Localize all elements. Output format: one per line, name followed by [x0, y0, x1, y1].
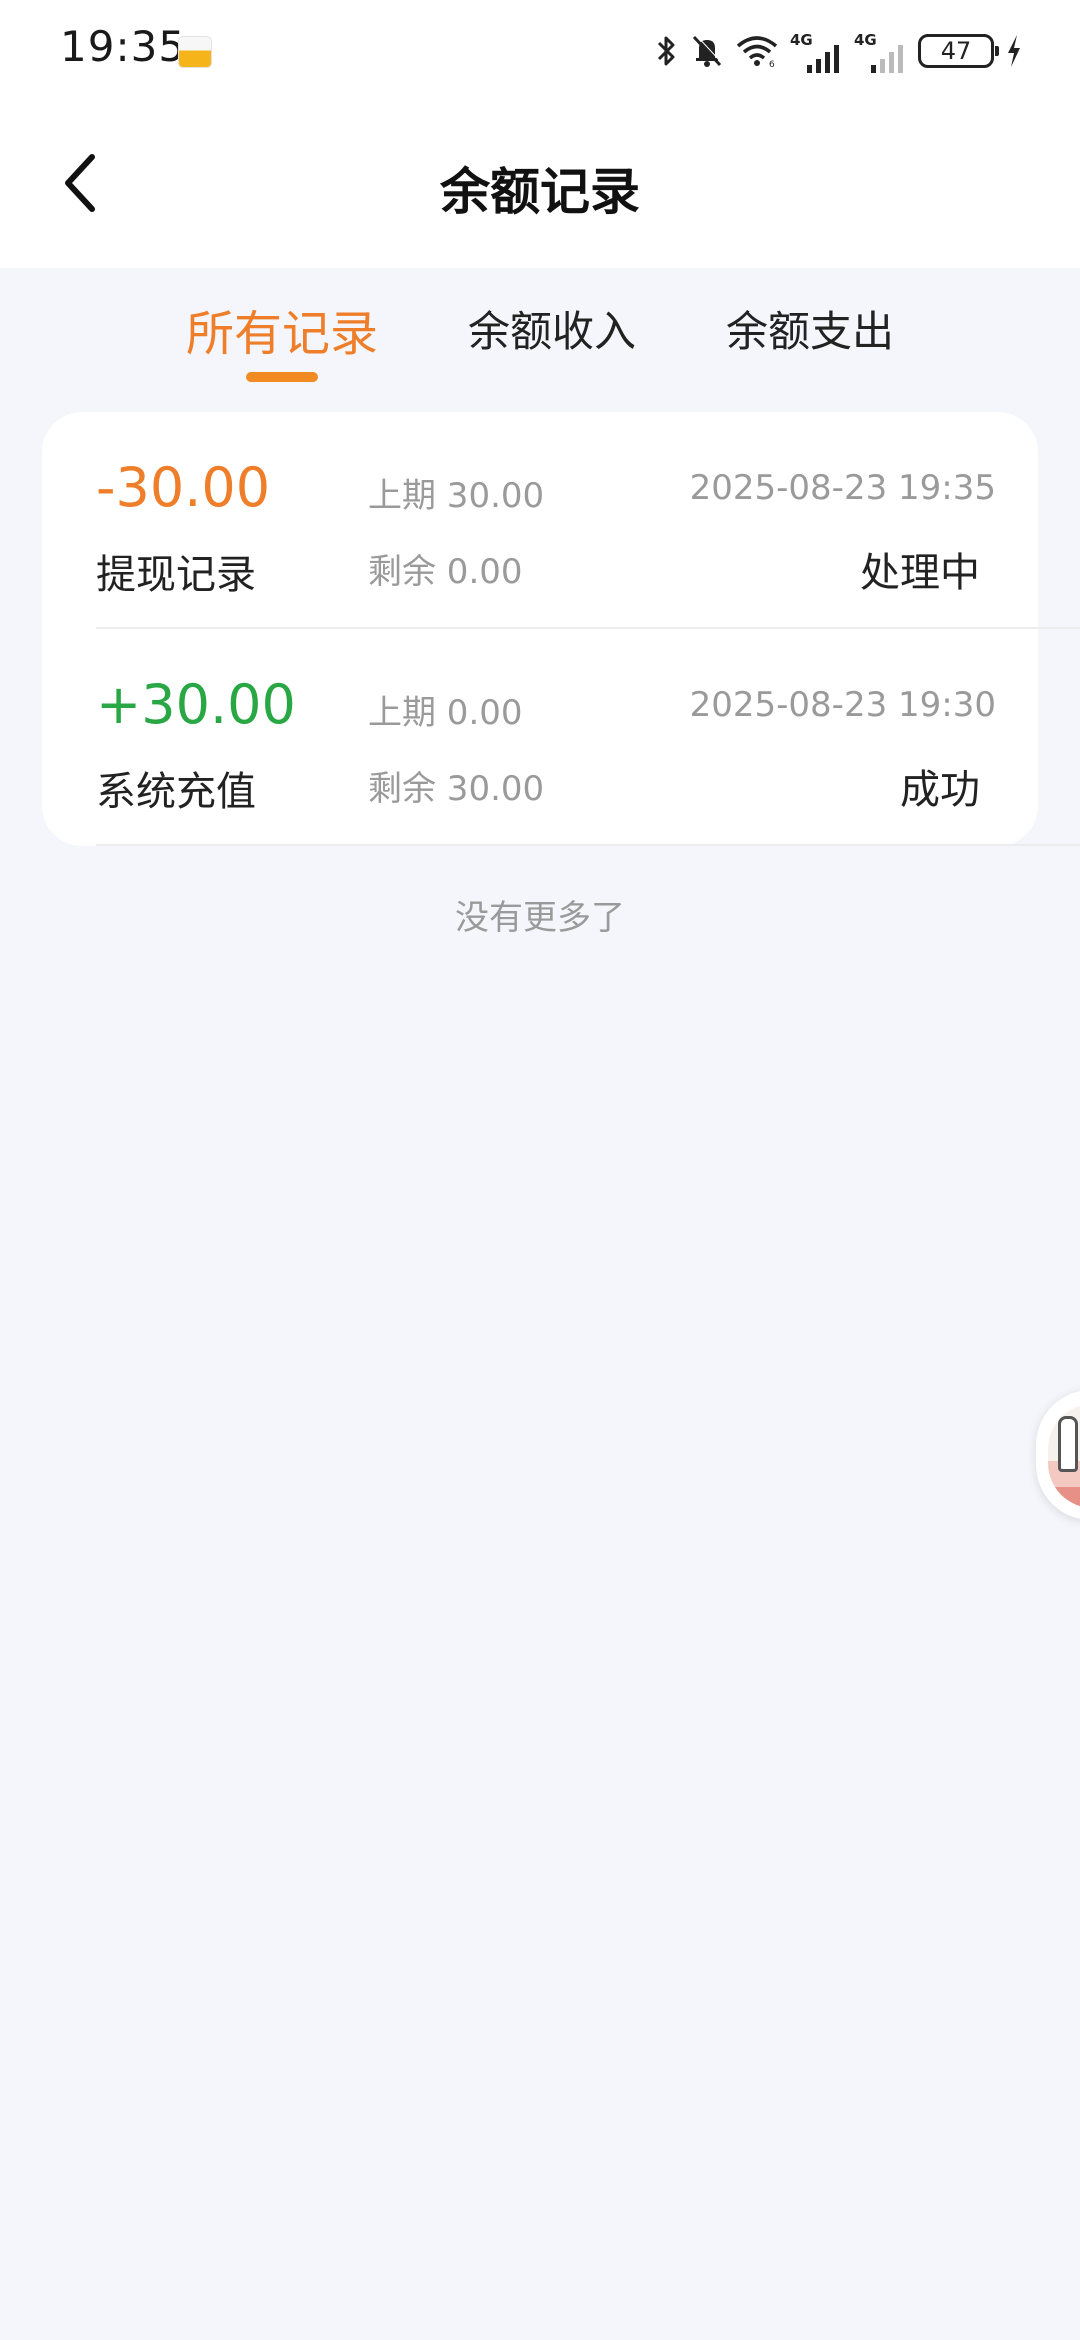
records-list: -30.00 提现记录 上期 30.00 剩余 0.00 2025-08-23 …	[42, 412, 1080, 846]
record-time: 2025-08-23 19:30	[689, 685, 996, 725]
status-icons: 6 4G 4G 47	[656, 26, 1022, 76]
screen: 19:35 6 4G 4G 47 余额记录 所有记录 余额收入 余额支出 -30…	[0, 0, 1080, 2340]
status-time: 19:35	[60, 22, 187, 71]
record-remaining-balance: 剩余 30.00	[368, 769, 545, 809]
record-amount: -30.00	[96, 456, 271, 519]
record-status: 处理中	[860, 550, 980, 596]
header: 余额记录	[0, 100, 1080, 268]
record-type: 提现记录	[96, 552, 256, 598]
tab-bar: 所有记录 余额收入 余额支出	[0, 268, 1080, 398]
tab-all-records[interactable]: 所有记录	[186, 294, 378, 364]
tab-balance-expense[interactable]: 余额支出	[726, 298, 894, 359]
charging-icon	[1006, 34, 1022, 68]
floating-assistant-button[interactable]	[1036, 1390, 1080, 1520]
tab-active-indicator	[246, 372, 318, 382]
record-type: 系统充值	[96, 769, 256, 815]
list-item[interactable]: -30.00 提现记录 上期 30.00 剩余 0.00 2025-08-23 …	[42, 412, 1080, 629]
row-divider	[96, 844, 1080, 846]
bell-muted-icon	[690, 33, 724, 69]
list-end-text: 没有更多了	[455, 898, 625, 938]
signal-icon: 4G	[790, 29, 842, 73]
battery-icon: 47	[918, 34, 999, 68]
svg-text:6: 6	[769, 60, 775, 68]
record-previous-balance: 上期 0.00	[368, 693, 523, 733]
hand-pointer-icon	[1058, 1416, 1078, 1472]
battery-level: 47	[940, 37, 972, 65]
record-previous-balance: 上期 30.00	[368, 476, 545, 516]
record-time: 2025-08-23 19:35	[689, 468, 996, 508]
status-bar: 19:35 6 4G 4G 47	[0, 0, 1080, 100]
record-remaining-balance: 剩余 0.00	[368, 552, 523, 592]
tab-balance-income[interactable]: 余额收入	[468, 298, 636, 359]
bluetooth-icon	[656, 34, 678, 68]
record-status: 成功	[900, 767, 980, 813]
record-amount: +30.00	[96, 673, 296, 736]
signal-icon: 4G	[854, 29, 906, 73]
app-badge-icon	[178, 36, 212, 68]
page-title: 余额记录	[440, 163, 640, 221]
list-item[interactable]: +30.00 系统充值 上期 0.00 剩余 30.00 2025-08-23 …	[42, 629, 1080, 846]
wifi-icon: 6	[736, 34, 778, 68]
